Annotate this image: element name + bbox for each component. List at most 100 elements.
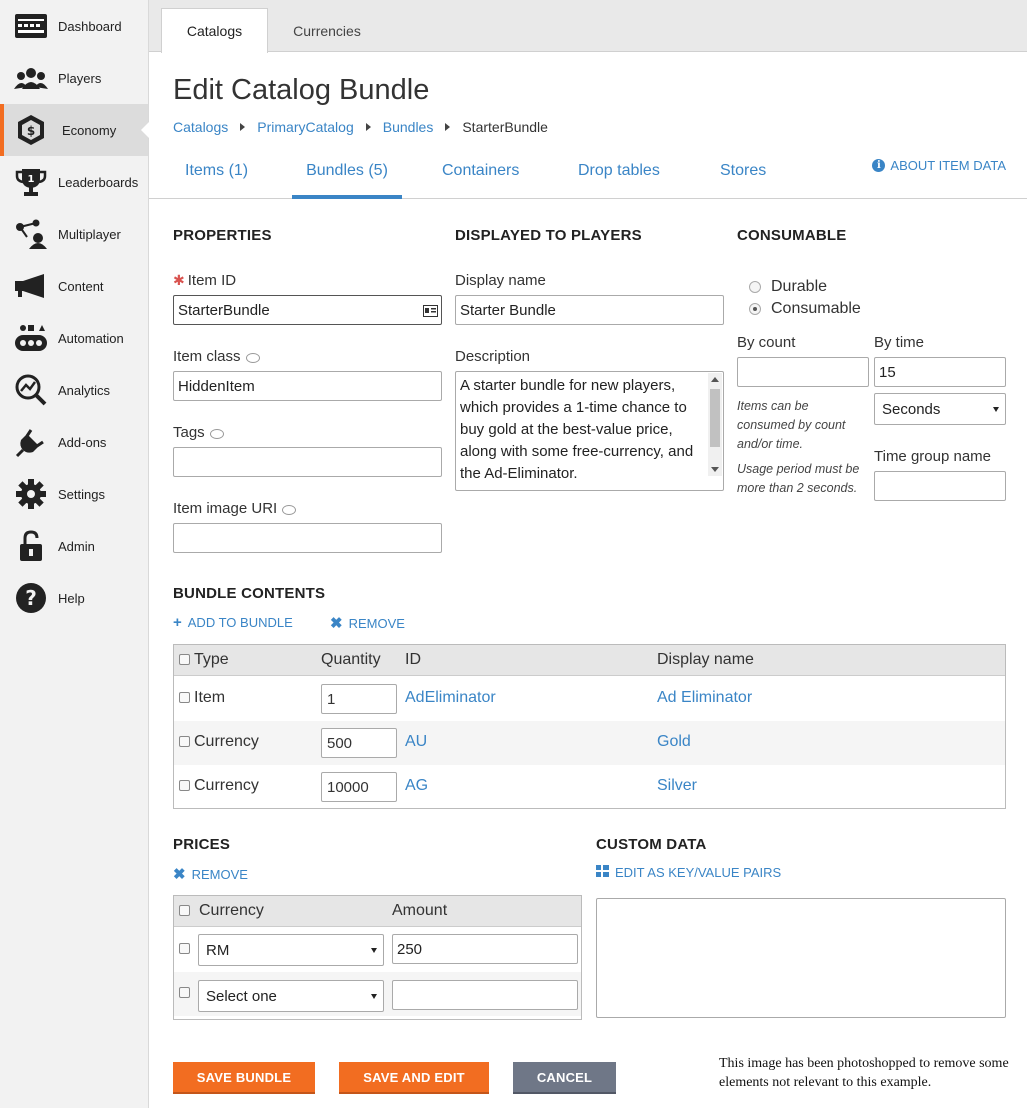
tab-items[interactable]: Items (1) [185, 162, 248, 199]
type-cell: Currency [194, 733, 259, 750]
display-name-input[interactable]: Starter Bundle [455, 295, 724, 325]
currency-select[interactable]: RM [198, 934, 384, 966]
breadcrumb: Catalogs PrimaryCatalog Bundles StarterB… [173, 119, 548, 135]
currency-value: Select one [206, 987, 277, 1005]
id-link[interactable]: AU [405, 733, 427, 751]
quantity-input[interactable]: 1 [321, 684, 397, 714]
column-header-id: ID [405, 651, 421, 668]
breadcrumb-catalogs[interactable]: Catalogs [173, 119, 228, 135]
time-group-input[interactable] [874, 471, 1006, 501]
breadcrumb-primarycatalog[interactable]: PrimaryCatalog [257, 119, 353, 135]
lock-icon [14, 529, 48, 563]
by-time-input[interactable]: 15 [874, 357, 1006, 387]
tags-label-text: Tags [173, 424, 205, 441]
row-checkbox[interactable] [179, 736, 190, 747]
display-name-link[interactable]: Gold [657, 733, 691, 751]
dropdown-arrow-icon [371, 948, 377, 953]
description-label: Description [455, 348, 531, 365]
type-cell: Currency [194, 777, 259, 794]
custom-data-heading: CUSTOM DATA [596, 836, 707, 853]
select-all-checkbox[interactable] [179, 905, 190, 916]
display-name-link[interactable]: Ad Eliminator [657, 689, 752, 707]
table-header: Currency Amount [174, 896, 581, 927]
row-checkbox[interactable] [179, 692, 190, 703]
id-link[interactable]: AG [405, 777, 428, 795]
sidebar-item-dashboard[interactable]: Dashboard [0, 0, 148, 52]
tab-drop-tables[interactable]: Drop tables [578, 162, 660, 199]
tags-input[interactable] [173, 447, 442, 477]
sidebar-item-leaderboards[interactable]: 1 Leaderboards [0, 156, 148, 208]
tab-stores[interactable]: Stores [720, 162, 766, 199]
sidebar-item-help[interactable]: ? Help [0, 572, 148, 624]
sidebar-item-label: Add-ons [58, 434, 107, 450]
comment-icon[interactable] [245, 352, 260, 363]
description-value: A starter bundle for new players, which … [460, 377, 694, 482]
sidebar-item-addons[interactable]: Add-ons [0, 416, 148, 468]
tab-containers[interactable]: Containers [442, 162, 519, 199]
sidebar-item-content[interactable]: Content [0, 260, 148, 312]
sidebar: Dashboard Players $ Economy 1 Leaderboar… [0, 0, 149, 1108]
edit-key-value-button[interactable]: EDIT AS KEY/VALUE PAIRS [596, 865, 781, 880]
comment-icon[interactable] [209, 428, 224, 439]
quantity-input[interactable]: 10000 [321, 772, 397, 802]
custom-data-textarea[interactable] [596, 898, 1006, 1018]
radio-durable[interactable]: Durable [749, 278, 827, 296]
photoshop-note: This image has been photoshopped to remo… [719, 1056, 1009, 1090]
row-checkbox[interactable] [179, 780, 190, 791]
save-bundle-button[interactable]: SAVE BUNDLE [173, 1062, 315, 1094]
cancel-button[interactable]: CANCEL [513, 1062, 616, 1094]
scroll-up-icon[interactable] [711, 377, 719, 382]
svg-text:$: $ [27, 124, 35, 138]
scroll-thumb[interactable] [710, 389, 720, 447]
save-and-edit-button[interactable]: SAVE AND EDIT [339, 1062, 489, 1094]
scroll-down-icon[interactable] [711, 467, 719, 472]
add-to-bundle-button[interactable]: + ADD TO BUNDLE [173, 614, 293, 631]
sidebar-item-label: Dashboard [58, 18, 122, 34]
by-count-label: By count [737, 334, 796, 351]
amount-input[interactable]: 250 [392, 934, 578, 964]
analytics-icon [14, 373, 48, 407]
scrollbar[interactable] [708, 373, 722, 476]
radio-durable-label: Durable [771, 278, 828, 295]
by-count-input[interactable] [737, 357, 869, 387]
radio-consumable[interactable]: Consumable [749, 300, 861, 318]
item-image-uri-input[interactable] [173, 523, 442, 553]
select-all-checkbox[interactable] [179, 654, 190, 665]
sidebar-item-automation[interactable]: Automation [0, 312, 148, 364]
by-time-label: By time [874, 334, 925, 351]
tab-currencies[interactable]: Currencies [277, 8, 377, 53]
column-header-currency: Currency [199, 902, 264, 919]
radio-circle [749, 281, 761, 293]
item-class-input[interactable]: HiddenItem [173, 371, 442, 401]
row-checkbox[interactable] [179, 987, 190, 998]
trophy-icon: 1 [14, 165, 48, 199]
remove-price-button[interactable]: ✖ REMOVE [173, 865, 248, 883]
breadcrumb-bundles[interactable]: Bundles [383, 119, 434, 135]
automation-icon [14, 321, 48, 355]
comment-icon[interactable] [282, 504, 297, 515]
quantity-input[interactable]: 500 [321, 728, 397, 758]
remove-bundle-item-button[interactable]: ✖ REMOVE [330, 614, 405, 632]
amount-input[interactable] [392, 980, 578, 1010]
sidebar-item-economy[interactable]: $ Economy [0, 104, 149, 156]
sidebar-item-players[interactable]: Players [0, 52, 148, 104]
sidebar-item-analytics[interactable]: Analytics [0, 364, 148, 416]
sidebar-item-settings[interactable]: Settings [0, 468, 148, 520]
description-textarea[interactable]: A starter bundle for new players, which … [455, 371, 724, 491]
column-header-quantity: Quantity [321, 651, 381, 668]
row-checkbox[interactable] [179, 943, 190, 954]
currency-select[interactable]: Select one [198, 980, 384, 1012]
display-name-link[interactable]: Silver [657, 777, 697, 795]
prices-heading: PRICES [173, 836, 231, 853]
table-row: Currency 500 AU Gold [174, 721, 1005, 765]
item-id-input[interactable]: StarterBundle [173, 295, 442, 325]
time-unit-select[interactable]: Seconds [874, 393, 1006, 425]
dropdown-arrow-icon [371, 994, 377, 999]
about-item-data-link[interactable]: i ABOUT ITEM DATA [872, 158, 1006, 173]
sidebar-item-admin[interactable]: Admin [0, 520, 148, 572]
id-link[interactable]: AdEliminator [405, 689, 496, 707]
sidebar-item-multiplayer[interactable]: Multiplayer [0, 208, 148, 260]
tab-bundles[interactable]: Bundles (5) [292, 162, 402, 199]
about-label: ABOUT ITEM DATA [890, 158, 1006, 173]
tab-catalogs[interactable]: Catalogs [161, 8, 268, 53]
